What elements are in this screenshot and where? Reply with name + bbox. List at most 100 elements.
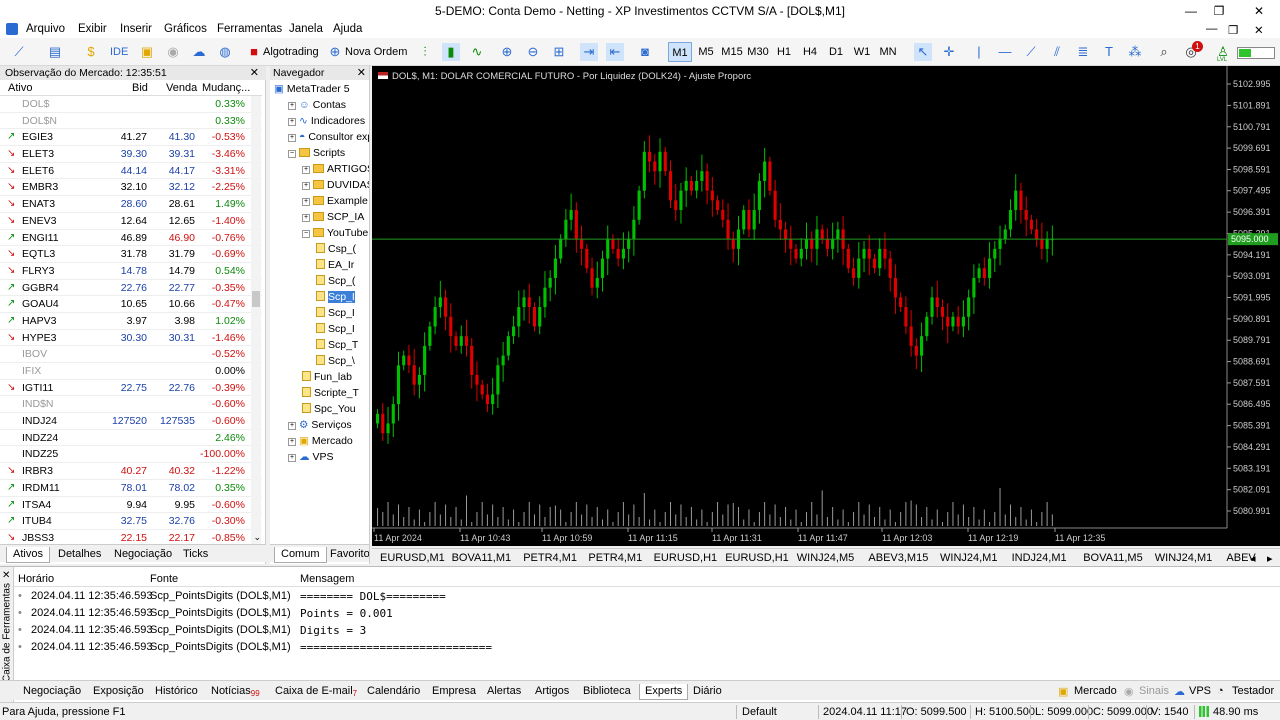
market-watch-row[interactable]: ↘ HYPE3 30.30 30.31 -1.46% (0, 330, 262, 347)
market-watch-row[interactable]: ↘ JBSS3 22.15 22.17 -0.85% (0, 530, 262, 544)
horizontal-line-icon[interactable]: — (996, 43, 1014, 61)
expand-icon[interactable]: + (302, 198, 310, 206)
new-order-icon[interactable]: ⊕ (326, 43, 344, 61)
navigator-item[interactable]: Scripte_T (302, 385, 359, 401)
navigator-item[interactable]: Scp_\ (316, 353, 355, 369)
chart-tab[interactable]: WINJ24,M5 (797, 552, 854, 564)
expand-icon[interactable]: + (288, 102, 296, 110)
log-row[interactable]: • 2024.04.11 12:35:46.593 Scp_PointsDigits… (14, 622, 1280, 639)
menu-restore-icon[interactable]: ❐ (1228, 23, 1238, 37)
market-watch-row[interactable]: IBOV -0.52% (0, 346, 262, 363)
tab-caixa-email[interactable]: Caixa de E-mail7 (270, 684, 362, 700)
market-watch-row[interactable]: ↗ IRDM11 78.01 78.02 0.35% (0, 480, 262, 497)
navigator-item[interactable]: + SCP_IA (302, 209, 364, 225)
navigator-item[interactable]: + ∿ Indicadores (288, 113, 365, 129)
market-watch-row[interactable]: INDJ24 127520 127535 -0.60% (0, 413, 262, 430)
navigator-item[interactable]: Scp_( (316, 273, 355, 289)
navigator-item[interactable]: + DUVIDAS (302, 177, 369, 193)
tab-experts[interactable]: Experts (639, 684, 689, 700)
chart-tab[interactable]: ABEV3,M15 (868, 552, 928, 564)
algotrading-icon[interactable]: ■ (245, 43, 263, 61)
tab-biblioteca[interactable]: Biblioteca (578, 684, 636, 700)
new-order-button[interactable]: Nova Ordem (345, 42, 407, 62)
timeframe-mn[interactable]: MN (876, 42, 900, 62)
tab-exposicao[interactable]: Exposição (88, 684, 149, 700)
tabs-left-icon[interactable]: ◂ (1250, 552, 1256, 565)
bar-chart-icon[interactable]: ⫶ (416, 43, 434, 61)
crosshair-icon[interactable]: ✛ (940, 43, 958, 61)
grid-icon[interactable]: ⊞ (550, 43, 568, 61)
navigator-item[interactable]: Csp_( (316, 241, 356, 257)
col-ativo[interactable]: Ativo (8, 82, 32, 94)
menu-minimize-icon[interactable]: — (1206, 23, 1218, 35)
timeframe-m5[interactable]: M5 (694, 42, 718, 62)
navigator-item[interactable]: Scp_I (316, 289, 355, 305)
expand-icon[interactable]: + (288, 422, 296, 430)
market-watch-row[interactable]: ↘ IGTI11 22.75 22.76 -0.39% (0, 380, 262, 397)
algotrading-button[interactable]: Algotrading (263, 42, 319, 62)
chart-tab[interactable]: BOVA11,M5 (1083, 552, 1143, 564)
tab-alertas[interactable]: Alertas (482, 684, 526, 700)
chart-tab[interactable]: EURUSD,M1 (380, 552, 445, 564)
minimize-icon[interactable]: — (1176, 2, 1206, 20)
col-venda[interactable]: Venda (166, 82, 197, 94)
expand-icon[interactable]: − (302, 230, 310, 238)
tab-diario[interactable]: Diário (688, 684, 727, 700)
chart-tab[interactable]: EURUSD,H1 (654, 552, 718, 564)
col-horario[interactable]: Horário (18, 573, 54, 585)
navigator-item[interactable]: − Scripts (288, 145, 345, 161)
tab-favoritos[interactable]: Favorito (324, 547, 369, 563)
tab-detalhes[interactable]: Detalhes (52, 547, 107, 563)
tab-ticks[interactable]: Ticks (177, 547, 214, 563)
screenshot-icon[interactable]: ◙ (636, 43, 654, 61)
menu-close-icon[interactable]: ✕ (1254, 23, 1264, 37)
market-watch-row[interactable]: ↗ HAPV3 3.97 3.98 1.02% (0, 313, 262, 330)
market-watch-row[interactable]: IND$N -0.60% (0, 396, 262, 414)
menu-ajuda[interactable]: Ajuda (333, 23, 362, 35)
right-vps[interactable]: VPS (1189, 685, 1211, 697)
timeframe-m15[interactable]: M15 (720, 42, 744, 62)
tabs-right-icon[interactable]: ▸ (1267, 552, 1273, 565)
fibonacci-icon[interactable]: ≣ (1074, 43, 1092, 61)
expand-icon[interactable]: + (288, 454, 296, 462)
price-chart[interactable]: 5102.995 5101.891 5100.791 5099.691 5098.591… (372, 66, 1280, 546)
navigator-close-icon[interactable]: ✕ (357, 66, 366, 79)
ide-button[interactable]: IDE (110, 42, 128, 62)
candles-icon[interactable]: ▮ (442, 43, 460, 61)
market-watch-row[interactable]: INDZ25 -100.00% (0, 446, 262, 464)
tab-negociacao-tb[interactable]: Negociação (18, 684, 86, 700)
market-watch-row[interactable]: ↘ EQTL3 31.78 31.79 -0.69% (0, 246, 262, 263)
status-profile[interactable]: Default (742, 706, 777, 718)
tab-artigos[interactable]: Artigos (530, 684, 574, 700)
signal-icon[interactable]: ◉ (164, 43, 182, 61)
tab-historico[interactable]: Histórico (150, 684, 203, 700)
market-watch-row[interactable]: DOL$N 0.33% (0, 113, 262, 130)
navigator-item[interactable]: EA_Ir (316, 257, 354, 273)
timeframe-d1[interactable]: D1 (824, 42, 848, 62)
close-icon[interactable]: ✕ (1244, 2, 1274, 20)
scrollbar-thumb[interactable] (252, 291, 260, 307)
log-row[interactable]: • 2024.04.11 12:35:46.593 Scp_PointsDigits… (14, 588, 1280, 605)
expand-icon[interactable]: − (288, 150, 296, 158)
navigator-item[interactable]: Fun_lab (302, 369, 352, 385)
menu-graficos[interactable]: Gráficos (164, 23, 207, 35)
market-watch-row[interactable]: ↘ ENAT3 28.60 28.61 1.49% (0, 196, 262, 213)
chart-shift-icon[interactable]: ⇤ (606, 43, 624, 61)
market-watch-row[interactable]: ↗ ITSA4 9.94 9.95 -0.60% (0, 497, 262, 514)
market-watch-row[interactable]: ↘ ELET6 44.14 44.17 -3.31% (0, 163, 262, 180)
right-sinais[interactable]: Sinais (1139, 685, 1169, 697)
shapes-icon[interactable]: ⁂ (1126, 43, 1144, 61)
market-watch-row[interactable]: ↗ GGBR4 22.76 22.77 -0.35% (0, 280, 262, 297)
navigator-item[interactable]: + ◓ Consultor exp (288, 129, 369, 145)
navigator-item[interactable]: Scp_I (316, 321, 355, 337)
lock-icon[interactable]: ▣ (138, 43, 156, 61)
navigator-item[interactable]: Scp_T (316, 337, 358, 353)
menu-inserir[interactable]: Inserir (120, 23, 152, 35)
expand-icon[interactable]: + (288, 134, 296, 142)
line-chart-icon[interactable]: ∿ (468, 43, 486, 61)
trendline-icon[interactable]: ⟋ (1022, 43, 1040, 61)
market-watch-row[interactable]: ↗ GOAU4 10.65 10.66 -0.47% (0, 296, 262, 313)
coin-icon[interactable]: $ (82, 43, 100, 61)
navigator-item[interactable]: + ⚙ Serviços (288, 417, 352, 433)
col-mudanca[interactable]: Mudanç... (202, 82, 250, 94)
